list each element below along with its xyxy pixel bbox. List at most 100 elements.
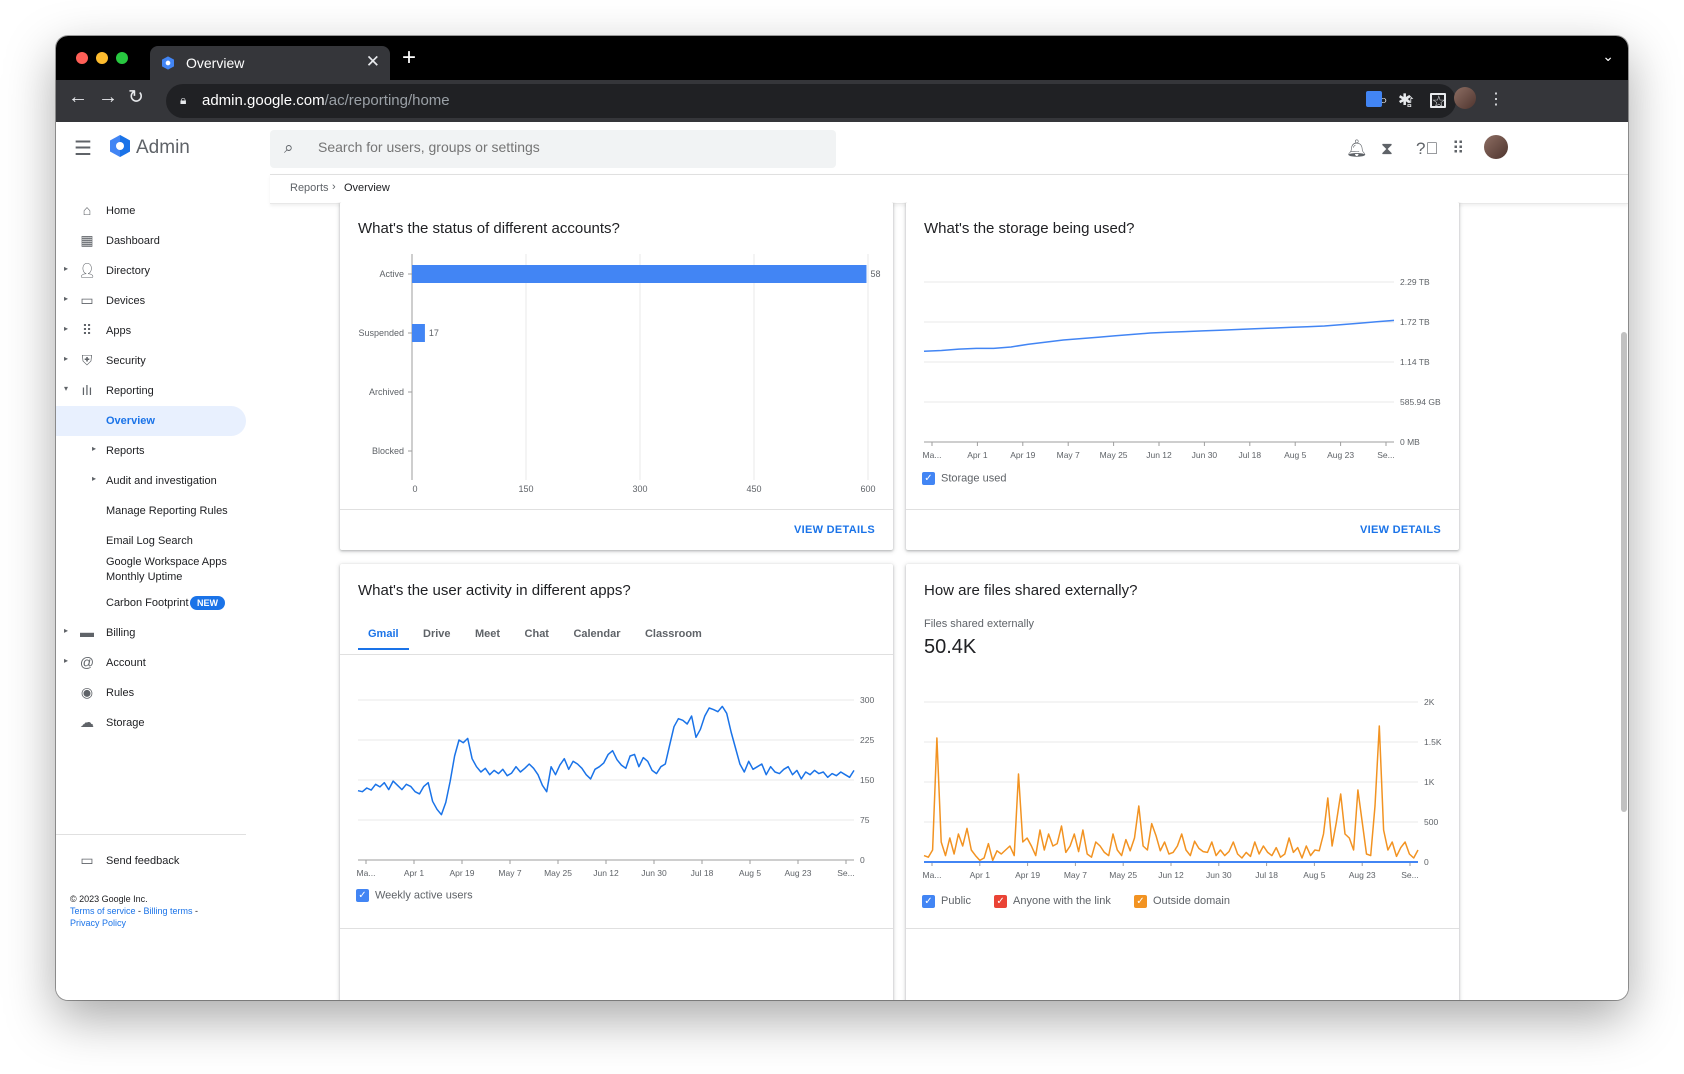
main-menu-icon[interactable]: ☰	[74, 136, 92, 161]
close-tab-icon[interactable]: ✕	[366, 52, 380, 72]
sidebar-item-reporting[interactable]: ▾ ılı Reporting	[56, 376, 262, 406]
x-tick-label: May 25	[544, 868, 572, 878]
legend-public[interactable]: ✓ Public	[922, 895, 971, 908]
sidebar-item-label: Reports	[106, 445, 145, 457]
breadcrumb-reports[interactable]: Reports	[290, 182, 329, 194]
legend-label: Weekly active users	[375, 889, 473, 902]
chrome-menu-icon[interactable]: ⋮	[1488, 89, 1504, 109]
forward-icon[interactable]: →	[98, 86, 118, 109]
billing-terms-link[interactable]: Billing terms	[144, 906, 193, 916]
apps-launcher-icon[interactable]: ⠿	[1452, 139, 1464, 159]
reload-icon[interactable]: ↻	[128, 86, 144, 109]
sidebar-item-rules[interactable]: ◉ Rules	[56, 678, 262, 708]
x-tick-label: Aug 5	[1303, 870, 1325, 880]
tab-classroom[interactable]: Classroom	[635, 620, 712, 648]
tab-drive[interactable]: Drive	[413, 620, 461, 648]
scrollbar-thumb[interactable]	[1621, 332, 1627, 812]
sidebar-item-directory[interactable]: ▸ 👤︎ Directory	[56, 256, 262, 286]
profile-avatar[interactable]	[1454, 87, 1476, 109]
new-tab-button[interactable]: +	[402, 44, 416, 72]
tab-meet[interactable]: Meet	[465, 620, 510, 648]
sidebar-item-reports[interactable]: ▸ Reports	[56, 436, 262, 466]
admin-app: ☰ Admin ⌕ 🔔︎ ⧗ ?⃝ ⠿ Reports › Overview ⌂…	[56, 122, 1628, 1000]
sidebar-item-account[interactable]: ▸ @ Account	[56, 648, 262, 678]
y-tick-label: 585.94 GB	[1400, 397, 1441, 407]
sidebar-item-storage[interactable]: ☁︎ Storage	[56, 708, 262, 738]
maximize-window-button[interactable]	[116, 52, 128, 64]
sidebar-item-label: Directory	[106, 265, 151, 277]
sidebar-item-home[interactable]: ⌂ Home	[56, 196, 262, 226]
translate-extension-icon[interactable]	[1366, 91, 1382, 107]
tab-gmail[interactable]: Gmail	[358, 620, 409, 650]
help-icon[interactable]: ?⃝	[1416, 139, 1438, 159]
tab-search-chevron-icon[interactable]: ⌄	[1602, 48, 1614, 65]
x-tick-label: Apr 19	[1015, 870, 1040, 880]
legend-outside-domain[interactable]: ✓ Outside domain	[1133, 895, 1230, 908]
x-tick-label: Jul 18	[691, 868, 714, 878]
y-tick-label: 1.72 TB	[1400, 317, 1430, 327]
account-avatar[interactable]	[1484, 135, 1508, 159]
minimize-window-button[interactable]	[96, 52, 108, 64]
legend-anyone-link[interactable]: ✓ Anyone with the link	[994, 895, 1111, 908]
sidebar-item-security[interactable]: ▸ ⛨ Security	[56, 346, 262, 376]
sidebar-item-overview[interactable]: Overview	[56, 406, 246, 436]
x-tick-label: Jul 18	[1238, 450, 1261, 460]
x-tick-label: Apr 19	[449, 868, 474, 878]
close-window-button[interactable]	[76, 52, 88, 64]
admin-logo-icon	[110, 135, 130, 157]
address-bar[interactable]: 🔒︎ admin.google.com/ac/reporting/home ⌕ …	[166, 84, 1456, 118]
app-name: Admin	[136, 137, 190, 158]
sidebar-item-audit[interactable]: ▸ Audit and investigation	[56, 466, 262, 496]
sidebar-item-label: Storage	[106, 717, 145, 729]
new-badge: NEW	[190, 596, 225, 610]
checkbox-checked-icon: ✓	[1133, 895, 1147, 908]
tasks-hourglass-icon[interactable]: ⧗	[1381, 139, 1393, 159]
x-tick-label: Aug 23	[785, 868, 812, 878]
search-bar[interactable]: ⌕	[270, 130, 836, 168]
view-details-link[interactable]: VIEW DETAILS	[794, 524, 875, 536]
tab-chat[interactable]: Chat	[515, 620, 559, 648]
card-title: What's the user activity in different ap…	[358, 582, 631, 599]
accounts-bar-chart: 0 150 300 450 600 Active 58 Suspended 17 Archived…	[358, 254, 880, 494]
checkbox-checked-icon: ✓	[922, 472, 935, 485]
copyright: © 2023 Google Inc.	[70, 894, 148, 904]
side-panel-icon[interactable]	[1430, 93, 1446, 108]
x-tick-label: Aug 5	[739, 868, 761, 878]
sidebar-item-devices[interactable]: ▸ ▭ Devices	[56, 286, 262, 316]
sidebar-item-label: Reporting	[106, 385, 154, 397]
sidebar-item-uptime[interactable]: Google Workspace Apps Monthly Uptime	[56, 552, 262, 588]
url-host: admin.google.com	[202, 92, 325, 109]
sidebar-item-manage-rules[interactable]: Manage Reporting Rules	[56, 496, 262, 526]
series-line	[923, 319, 1395, 352]
extensions-puzzle-icon[interactable]: ✱	[1398, 90, 1411, 110]
lock-icon: 🔒︎	[180, 93, 187, 107]
scrollbar[interactable]	[1620, 202, 1628, 1000]
browser-window: Overview ✕ + ⌄ ← → ↻ 🔒︎ admin.google.com…	[56, 36, 1628, 1000]
terms-link[interactable]: Terms of service	[70, 906, 136, 916]
sidebar-item-dashboard[interactable]: ▦ Dashboard	[56, 226, 262, 256]
privacy-link[interactable]: Privacy Policy	[70, 918, 126, 928]
expand-arrow-icon: ▸	[92, 474, 97, 483]
storage-legend[interactable]: ✓ Storage used	[922, 472, 1006, 485]
x-tick-label: May 7	[1064, 870, 1087, 880]
x-tick-label: 0	[412, 484, 417, 494]
x-tick-label: Se...	[1377, 450, 1394, 460]
view-details-link[interactable]: VIEW DETAILS	[1360, 524, 1441, 536]
y-tick-label: 300	[860, 695, 874, 705]
x-tick-label: May 25	[1100, 450, 1128, 460]
x-tick-label: Aug 23	[1327, 450, 1354, 460]
browser-tab[interactable]: Overview ✕	[150, 46, 390, 80]
notifications-bell-icon[interactable]: 🔔︎	[1346, 139, 1368, 159]
send-feedback-button[interactable]: ▭ Send feedback	[56, 846, 262, 876]
search-input[interactable]	[316, 138, 800, 156]
sidebar-item-billing[interactable]: ▸ ▬ Billing	[56, 618, 262, 648]
back-icon[interactable]: ←	[68, 86, 88, 109]
url-path: /ac/reporting/home	[324, 92, 450, 109]
x-tick-label: Jun 30	[641, 868, 667, 878]
expand-arrow-icon: ▸	[64, 626, 69, 635]
activity-legend[interactable]: ✓ Weekly active users	[356, 889, 473, 902]
sidebar-item-apps[interactable]: ▸ ⠿ Apps	[56, 316, 262, 346]
tab-calendar[interactable]: Calendar	[563, 620, 630, 648]
sidebar-item-carbon[interactable]: Carbon Footprint NEW	[56, 588, 262, 618]
url-text: admin.google.com/ac/reporting/home	[202, 92, 450, 109]
